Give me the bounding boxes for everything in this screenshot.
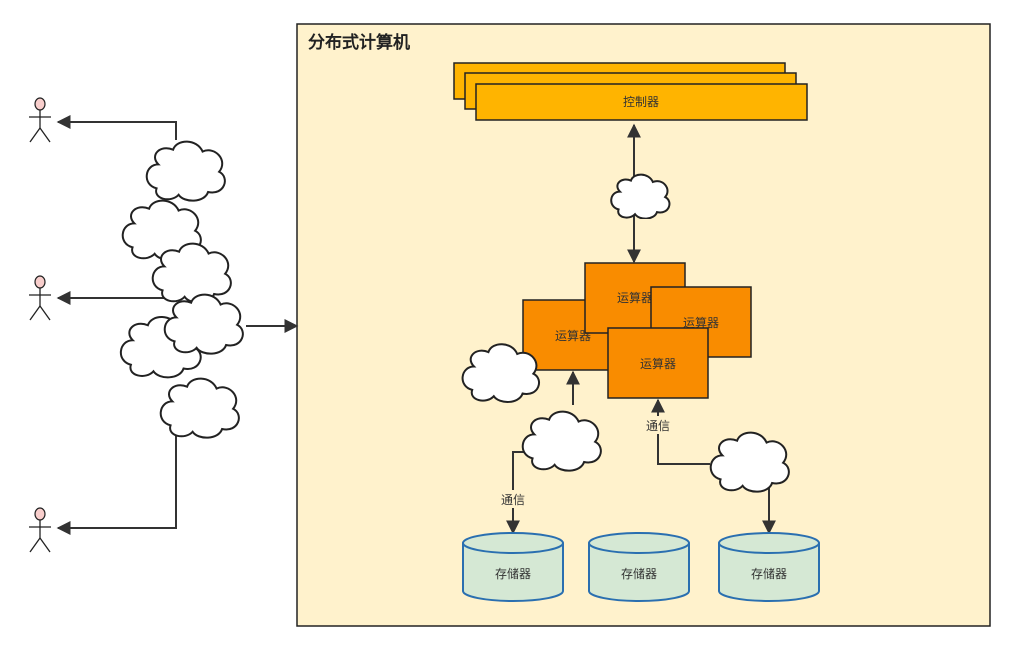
cloud-icon (163, 293, 244, 355)
user-actor-icon (29, 97, 51, 143)
distributed-computer-diagram: 分布式计算机 控制器 运算器 运算器 运算器 运算器 通信 通信 存储器 存储器… (29, 23, 991, 627)
cloud-icon (609, 173, 671, 219)
cloud-icon (159, 377, 240, 439)
storage-label: 存储器 (751, 566, 787, 581)
comm-label-1: 通信 (501, 493, 525, 507)
user-actor-icon (29, 275, 51, 321)
storage-label: 存储器 (495, 566, 531, 581)
comm-label-2: 通信 (646, 419, 670, 433)
container-title: 分布式计算机 (308, 32, 410, 53)
cloud-icon (145, 140, 226, 202)
cloud-icon (709, 431, 790, 493)
cloud-icon (461, 343, 541, 404)
storage-cylinder: 存储器 (588, 532, 690, 602)
processor-label: 运算器 (640, 356, 676, 371)
storage-cylinder: 存储器 (718, 532, 820, 602)
controller-stack: 控制器 (453, 62, 808, 121)
storage-cylinder: 存储器 (462, 532, 564, 602)
cloud-icon (151, 242, 232, 304)
controller-label: 控制器 (623, 95, 659, 109)
processor-label: 运算器 (617, 290, 653, 305)
storage-label: 存储器 (621, 566, 657, 581)
connector-to-user-3 (56, 430, 177, 535)
cloud-icon (521, 410, 602, 472)
user-actor-icon (29, 507, 51, 553)
connector-to-user-1 (56, 115, 177, 140)
